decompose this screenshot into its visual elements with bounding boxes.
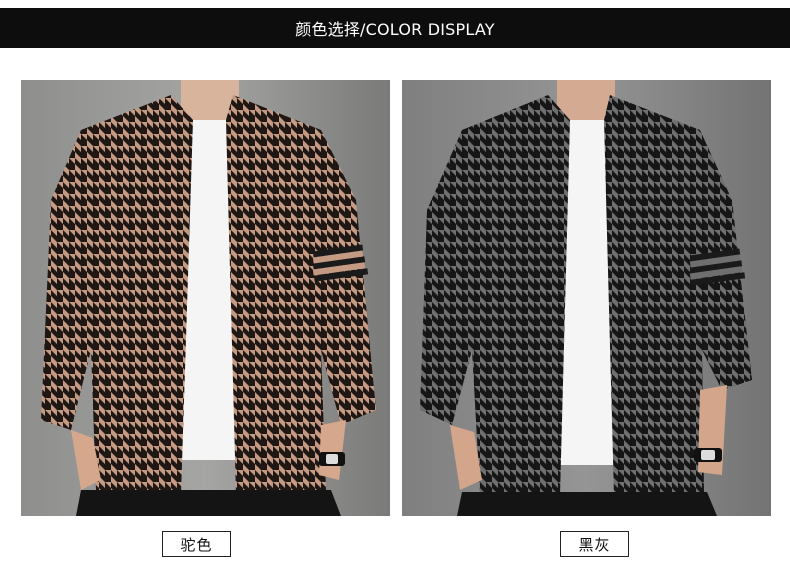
- section-title: 颜色选择/COLOR DISPLAY: [295, 20, 495, 39]
- color-label-camel: 驼色: [162, 531, 231, 557]
- section-header: 颜色选择/COLOR DISPLAY: [0, 8, 790, 48]
- product-photo-black-grey: [402, 80, 771, 516]
- color-label-black-grey: 黑灰: [560, 531, 629, 557]
- product-photo-camel: [21, 80, 390, 516]
